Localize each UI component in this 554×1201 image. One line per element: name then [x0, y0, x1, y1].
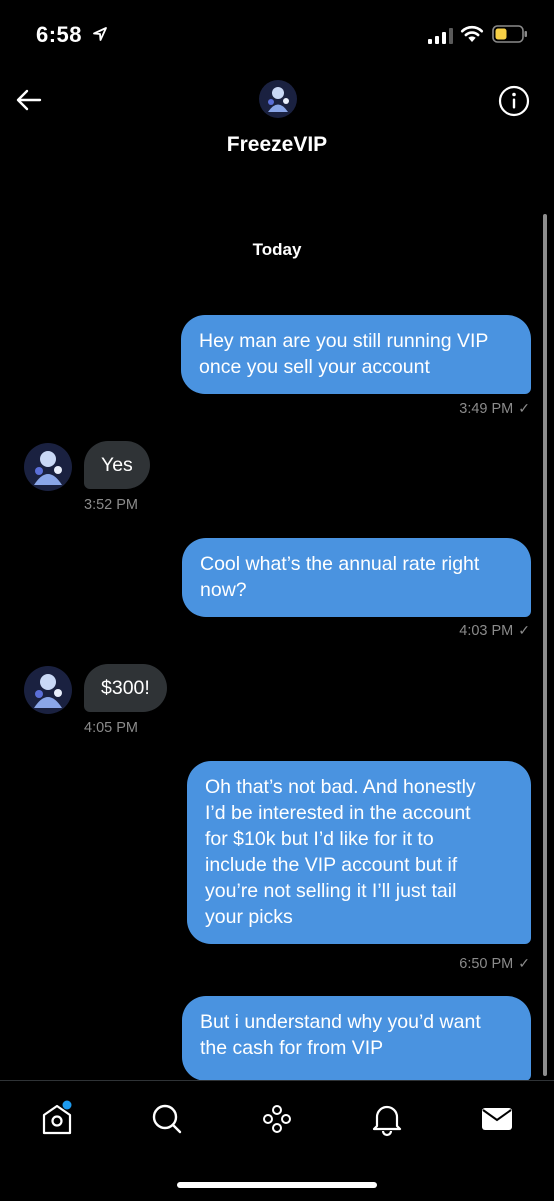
mail-icon [482, 1108, 512, 1130]
tab-spaces[interactable] [257, 1099, 297, 1139]
bell-icon [372, 1105, 402, 1137]
sender-avatar[interactable] [24, 443, 72, 491]
message-timestamp: 4:05 PM [84, 720, 138, 736]
sent-check-icon: ✓ [518, 400, 530, 416]
notification-badge [62, 1100, 72, 1110]
home-indicator[interactable] [177, 1182, 377, 1188]
message-timestamp: 4:03 PM ✓ [459, 622, 530, 639]
tab-search[interactable] [147, 1099, 187, 1139]
message-line: the cash for from VIP [200, 1037, 384, 1059]
battery-icon [492, 25, 527, 43]
outgoing-message[interactable]: Oh that’s not bad. And honestly I’d be i… [187, 761, 531, 944]
message-timestamp: 3:52 PM [84, 497, 138, 513]
home-icon [42, 1100, 72, 1135]
search-icon [152, 1104, 182, 1134]
tab-messages[interactable] [477, 1099, 517, 1139]
message-line: include the VIP account but if [205, 854, 458, 876]
incoming-message[interactable]: Yes [84, 441, 150, 489]
date-divider: Today [252, 240, 302, 259]
status-time: 6:58 [36, 22, 83, 47]
conversation-name[interactable]: FreezeVIP [0, 133, 554, 157]
sent-check-icon: ✓ [518, 955, 530, 971]
message-line: $300! [101, 677, 150, 699]
message-line: Yes [101, 454, 133, 476]
outgoing-message[interactable]: But i understand why you’d want the cash… [182, 996, 531, 1081]
message-line: Hey man are you still running VIP [199, 330, 489, 352]
conversation-header: FreezeVIP [0, 70, 554, 170]
sender-avatar[interactable] [24, 666, 72, 714]
wifi-icon [460, 25, 484, 42]
message-timestamp: 3:49 PM ✓ [459, 400, 530, 417]
location-arrow-icon [93, 27, 107, 41]
message-timestamp: 6:50 PM ✓ [459, 955, 530, 972]
sent-check-icon: ✓ [518, 622, 530, 638]
message-line: I’d be interested in the account [205, 802, 471, 824]
status-bar: 6:58 [0, 0, 554, 70]
message-line: your picks [205, 906, 293, 928]
tab-notifications[interactable] [367, 1099, 407, 1139]
outgoing-message[interactable]: Hey man are you still running VIP once y… [181, 315, 531, 394]
header-avatar[interactable] [259, 80, 297, 118]
message-line: you’re not selling it I’ll just tail [205, 880, 457, 902]
outgoing-message[interactable]: Cool what’s the annual rate right now? [182, 538, 531, 617]
back-arrow-icon[interactable] [14, 85, 44, 115]
info-icon[interactable] [498, 85, 530, 117]
spaces-icon [263, 1105, 291, 1133]
message-line: once you sell your account [199, 356, 430, 378]
message-line: But i understand why you’d want [200, 1011, 481, 1033]
incoming-message[interactable]: $300! [84, 664, 167, 712]
scrollbar[interactable] [543, 214, 547, 1076]
message-line: Cool what’s the annual rate right [200, 553, 480, 575]
tab-home[interactable] [37, 1099, 77, 1139]
message-line: now? [200, 579, 247, 601]
message-line: for $10k but I’d like for it to [205, 828, 434, 850]
message-line: Oh that’s not bad. And honestly [205, 776, 476, 798]
cellular-signal-icon [428, 28, 453, 44]
